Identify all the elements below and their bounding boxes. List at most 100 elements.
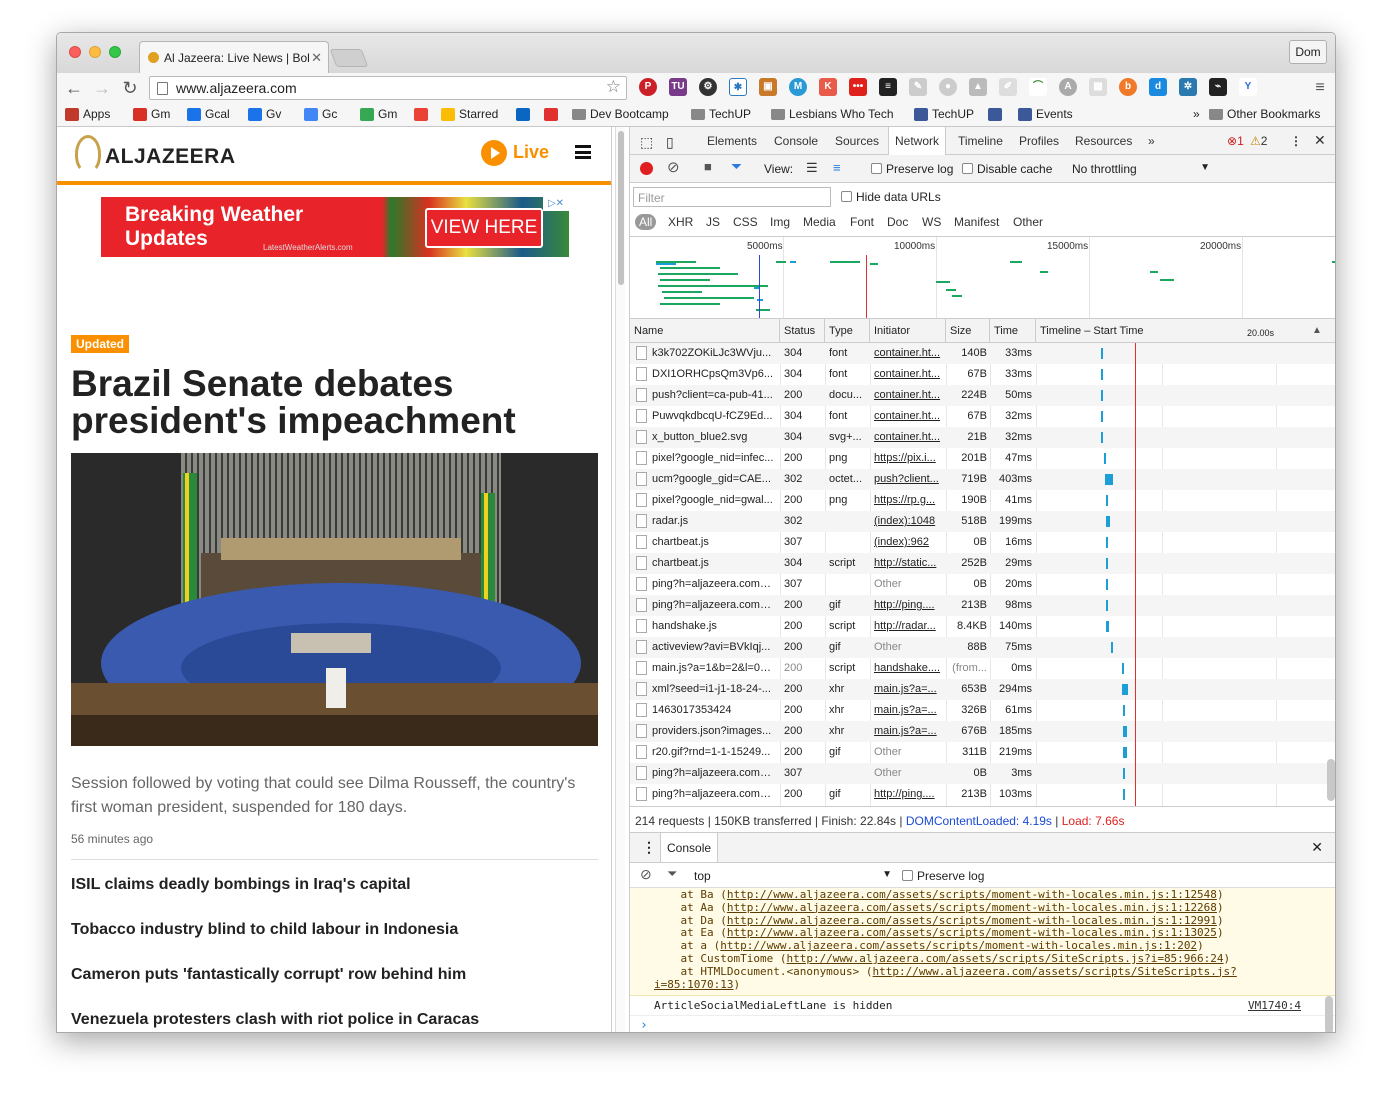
stack-frame-link[interactable]: i=85:1070:13 xyxy=(654,978,733,991)
close-tab-icon[interactable]: ✕ xyxy=(311,50,322,66)
cell-initiator[interactable]: container.ht... xyxy=(874,389,944,401)
table-row[interactable]: chartbeat.js 307 (index):962 0B 16ms xyxy=(630,532,1335,553)
network-extension-icon[interactable]: ✱ xyxy=(729,78,747,96)
cell-initiator[interactable]: container.ht... xyxy=(874,410,944,422)
adchoices-icon[interactable]: ▷✕ xyxy=(543,197,569,211)
capture-screenshots-icon[interactable]: ■ xyxy=(704,159,712,174)
bookmark-item[interactable]: Other Bookmarks xyxy=(1209,107,1320,121)
bookmark-item[interactable]: Gc xyxy=(304,107,337,121)
context-select[interactable]: top ▼ xyxy=(694,869,892,883)
address-bar[interactable]: www.aljazeera.com ☆ xyxy=(149,76,627,100)
col-size[interactable]: Size xyxy=(946,319,990,343)
table-row[interactable]: 1463017353424 200 xhr main.js?a=... 326B 61ms xyxy=(630,700,1335,721)
table-row[interactable]: x_button_blue2.svg 304 svg+... container.ht… xyxy=(630,427,1335,448)
cell-initiator[interactable]: https://rp.g... xyxy=(874,494,944,506)
filter-manifest[interactable]: Manifest xyxy=(954,215,999,229)
list-view-icon[interactable]: ☰ xyxy=(806,160,818,176)
table-row[interactable]: ucm?google_gid=CAE... 302 octet... push?cli… xyxy=(630,469,1335,490)
rainbow-extension-icon[interactable]: ⌒ xyxy=(1029,78,1047,96)
clear-icon[interactable]: ⊘ xyxy=(667,158,680,176)
bookmark-item[interactable]: Gm xyxy=(360,107,397,121)
cell-initiator[interactable]: handshake.... xyxy=(874,662,944,674)
filter-ws[interactable]: WS xyxy=(922,215,941,229)
filter-js[interactable]: JS xyxy=(706,215,720,229)
table-row[interactable]: handshake.js 200 script http://radar... 8.4K… xyxy=(630,616,1335,637)
stack-frame-link[interactable]: http://www.aljazeera.com/assets/scripts/… xyxy=(727,926,1217,939)
maximize-window-button[interactable] xyxy=(109,46,121,58)
cell-initiator[interactable]: main.js?a=... xyxy=(874,683,944,695)
filter-font[interactable]: Font xyxy=(850,215,874,229)
back-icon[interactable]: ← xyxy=(63,77,85,99)
filter-css[interactable]: CSS xyxy=(733,215,758,229)
table-row[interactable]: pixel?google_nid=gwal... 200 png https://rp… xyxy=(630,490,1335,511)
stack-frame-link[interactable]: http://www.aljazeera.com/assets/scripts/… xyxy=(727,888,1217,901)
drawer-menu-icon[interactable]: ⋮ xyxy=(642,839,656,856)
waterfall-view-icon[interactable]: ≡ xyxy=(833,160,841,175)
story-link[interactable]: ISIL claims deadly bombings in Iraq's ca… xyxy=(71,876,411,894)
story-headline[interactable]: Brazil Senate debates president's impeac… xyxy=(71,365,591,439)
bookmark-star-icon[interactable]: ☆ xyxy=(606,77,621,97)
cell-initiator[interactable]: main.js?a=... xyxy=(874,725,944,737)
warning-count[interactable]: ⚠2 xyxy=(1250,134,1267,148)
hide-data-urls-checkbox[interactable]: Hide data URLs xyxy=(841,190,941,204)
network-overview[interactable]: 5000ms 10000ms 15000ms 20000ms xyxy=(630,237,1335,319)
page-scrollbar[interactable] xyxy=(615,127,625,1032)
live-button[interactable]: Live xyxy=(481,140,549,166)
record-icon[interactable] xyxy=(640,162,653,175)
cell-initiator[interactable]: container.ht... xyxy=(874,368,944,380)
filter-doc[interactable]: Doc xyxy=(887,215,908,229)
clear-console-icon[interactable]: ⊘ xyxy=(640,866,652,883)
table-row[interactable]: k3k702ZOKiLJc3WVju... 304 font container.ht… xyxy=(630,343,1335,364)
profile-button[interactable]: Dom xyxy=(1289,40,1327,64)
table-row[interactable]: r20.gif?rnd=1-1-15249... 200 gif Other 311B 2… xyxy=(630,742,1335,763)
chart-extension-icon[interactable]: ⌁ xyxy=(1209,78,1227,96)
stack-frame-link[interactable]: http://www.aljazeera.com/assets/scripts/… xyxy=(727,901,1217,914)
gear-extension-icon[interactable]: ⚙ xyxy=(699,78,717,96)
col-status[interactable]: Status xyxy=(780,319,825,343)
close-devtools-icon[interactable]: ✕ xyxy=(1314,132,1326,149)
console-prompt[interactable]: › xyxy=(640,1018,648,1032)
disable-cache-checkbox[interactable]: Disable cache xyxy=(962,162,1052,176)
table-row[interactable]: ping?h=aljazeera.com&... 200 gif http://pin… xyxy=(630,595,1335,616)
drawer-tab-console[interactable]: Console xyxy=(660,833,719,863)
close-window-button[interactable] xyxy=(69,46,81,58)
stack-frame-link[interactable]: http://www.aljazeera.com/assets/scripts/… xyxy=(786,952,1223,965)
cell-initiator[interactable]: http://radar... xyxy=(874,620,944,632)
tab-console[interactable]: Console xyxy=(774,134,818,148)
table-row[interactable]: DXI1ORHCpsQm3Vp6... 304 font container.ht..… xyxy=(630,364,1335,385)
table-row[interactable]: xml?seed=i1-j1-18-24-... 200 xhr main.js?a=… xyxy=(630,679,1335,700)
throttling-select[interactable]: No throttling ▼ xyxy=(1072,162,1210,176)
drive-extension-icon[interactable]: ▲ xyxy=(969,78,987,96)
inspect-icon[interactable]: ⬚ xyxy=(640,134,653,151)
puzzle-extension-icon[interactable]: ✎ xyxy=(909,78,927,96)
reload-icon[interactable]: ↻ xyxy=(119,77,141,99)
tab-profiles[interactable]: Profiles xyxy=(1019,134,1059,148)
bookmark-item[interactable]: Starred xyxy=(441,107,498,121)
cell-initiator[interactable]: http://ping.... xyxy=(874,599,944,611)
senate-photo[interactable] xyxy=(71,453,598,746)
cell-initiator[interactable]: http://static... xyxy=(874,557,944,569)
tab-sources[interactable]: Sources xyxy=(835,134,879,148)
col-initiator[interactable]: Initiator xyxy=(870,319,946,343)
bookmark-item[interactable]: Apps xyxy=(65,107,110,121)
table-row[interactable]: ping?h=aljazeera.com&... 307 Other 0B 20ms xyxy=(630,574,1335,595)
bookmark-item[interactable]: Gm xyxy=(133,107,170,121)
gray-extension-icon[interactable]: ● xyxy=(939,78,957,96)
col-type[interactable]: Type xyxy=(825,319,870,343)
bookmark-item[interactable]: TechUP xyxy=(691,107,751,121)
grid-extension-icon[interactable]: ▦ xyxy=(1089,78,1107,96)
filter-icon[interactable]: ⏷ xyxy=(731,158,742,175)
cell-initiator[interactable]: container.ht... xyxy=(874,347,944,359)
more-tabs[interactable]: » xyxy=(1148,134,1155,148)
note-extension-icon[interactable]: ✐ xyxy=(999,78,1017,96)
filter-other[interactable]: Other xyxy=(1013,215,1043,229)
device-mode-icon[interactable]: ▯ xyxy=(666,134,674,151)
bookmark-item[interactable]: Lesbians Who Tech xyxy=(771,107,894,121)
col-timeline[interactable]: Timeline – Start Time 20.00s ▲ xyxy=(1036,319,1335,343)
forward-icon[interactable]: → xyxy=(91,77,113,99)
close-drawer-icon[interactable]: ✕ xyxy=(1311,839,1323,856)
chrome-menu-icon[interactable]: ≡ xyxy=(1309,77,1331,99)
console-filter-icon[interactable]: ⏷ xyxy=(667,866,677,882)
story-link[interactable]: Cameron puts 'fantastically corrupt' row… xyxy=(71,966,466,984)
tab-elements[interactable]: Elements xyxy=(707,134,757,148)
